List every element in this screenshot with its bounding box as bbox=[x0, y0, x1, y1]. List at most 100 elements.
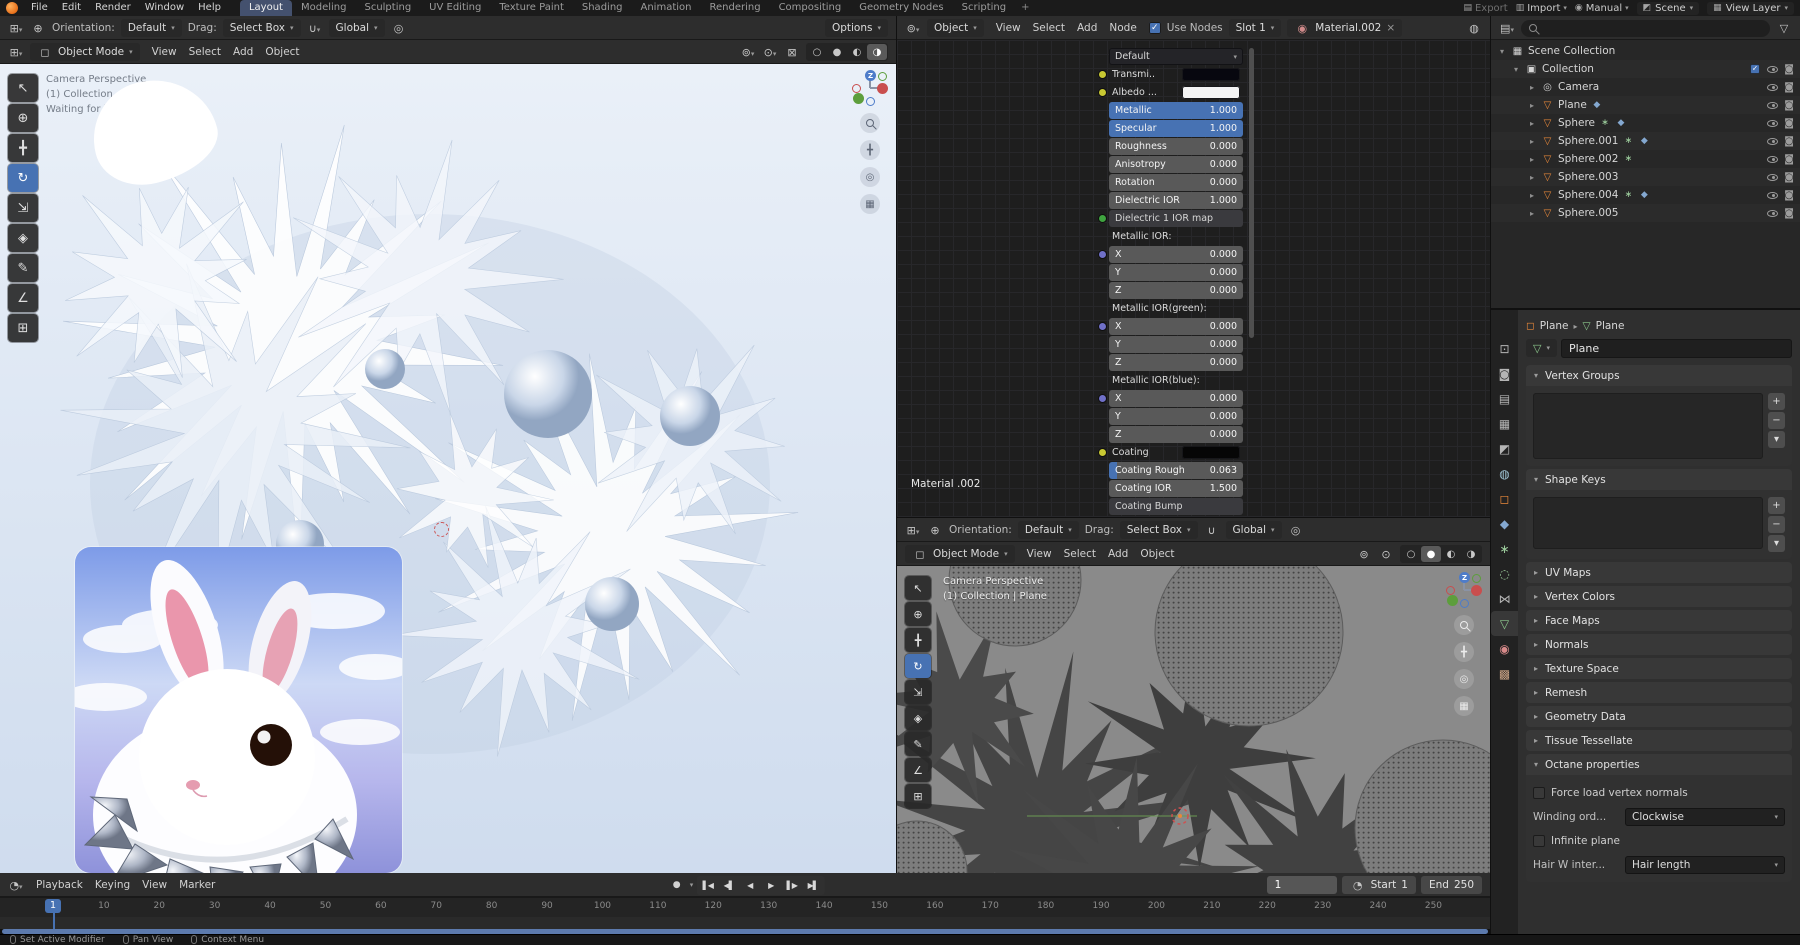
next-keyframe-button[interactable]: ▌▶ bbox=[781, 877, 802, 894]
outliner-search-input[interactable] bbox=[1521, 20, 1770, 37]
editor-type-timeline-icon[interactable]: ◔▾ bbox=[8, 879, 24, 892]
tool-rotate[interactable]: ↻ bbox=[8, 164, 38, 192]
add-shape-keys-button[interactable]: + bbox=[1768, 497, 1785, 514]
editor-type-3d-viewport-icon[interactable]: ⊞▾ bbox=[905, 524, 921, 537]
winding-order-dropdown[interactable]: Clockwise▾ bbox=[1625, 808, 1785, 826]
expand-icon[interactable]: ▸ bbox=[1527, 83, 1537, 92]
panel-header-normals[interactable]: ▸Normals bbox=[1526, 634, 1792, 655]
camera-view-icon[interactable]: ◎ bbox=[1454, 669, 1474, 689]
snap-magnet-icon[interactable]: ∪▾ bbox=[307, 22, 323, 35]
pin-icon[interactable]: ◍ bbox=[1466, 22, 1482, 35]
disable-render-icon[interactable]: ◙ bbox=[1784, 100, 1794, 111]
tool-transform[interactable]: ◈ bbox=[8, 224, 38, 252]
node-row-default[interactable]: Default▾ bbox=[1109, 48, 1243, 65]
shader-editor-canvas[interactable]: Default▾Transmi..Albedo ...Metallic1.000… bbox=[897, 40, 1490, 517]
workspace-tab-layout[interactable]: Layout bbox=[240, 0, 292, 16]
play-reverse-button[interactable]: ◀ bbox=[739, 877, 760, 894]
gizmo-axis-x-neg[interactable] bbox=[852, 84, 861, 93]
orientation-dropdown[interactable]: Default▾ bbox=[1018, 521, 1079, 539]
disable-render-icon[interactable]: ◙ bbox=[1784, 208, 1794, 219]
vp2-menu-select[interactable]: Select bbox=[1058, 548, 1102, 560]
gizmo-axis-y[interactable] bbox=[1447, 595, 1458, 606]
hide-eye-icon[interactable] bbox=[1767, 192, 1778, 199]
tool-move[interactable]: ╋ bbox=[905, 628, 931, 652]
add-workspace-button[interactable]: + bbox=[1015, 0, 1035, 16]
vp1-menu-object[interactable]: Object bbox=[259, 46, 305, 58]
expand-icon[interactable]: ▸ bbox=[1527, 119, 1537, 128]
gizmo-axis-z-neg[interactable] bbox=[1460, 599, 1469, 608]
expand-icon[interactable]: ▸ bbox=[1527, 137, 1537, 146]
gizmo-axis-x[interactable] bbox=[1471, 585, 1482, 596]
import-button[interactable]: ▥Import▾ bbox=[1516, 3, 1567, 14]
vp2-menu-object[interactable]: Object bbox=[1134, 548, 1180, 560]
props-tab-material[interactable]: ◉ bbox=[1491, 636, 1518, 661]
hide-eye-icon[interactable] bbox=[1767, 156, 1778, 163]
gizmo-axis-y[interactable] bbox=[853, 93, 864, 104]
node-row-dielectric-ior[interactable]: Dielectric IOR1.000 bbox=[1109, 192, 1243, 209]
options-dropdown[interactable]: Options▾ bbox=[825, 19, 888, 37]
node-row-dielectric-1-ior-map[interactable]: Dielectric 1 IOR map bbox=[1109, 210, 1243, 227]
editor-type-shader-icon[interactable]: ⊚▾ bbox=[905, 22, 921, 35]
menu-edit[interactable]: Edit bbox=[55, 0, 88, 16]
workspace-tab-compositing[interactable]: Compositing bbox=[770, 0, 851, 16]
gizmos-toggle-icon[interactable]: ⊚▾ bbox=[740, 46, 756, 59]
shading-solid-icon[interactable]: ● bbox=[1421, 546, 1441, 562]
expand-icon[interactable]: ▾ bbox=[1497, 47, 1507, 56]
end-frame-field[interactable]: End250 bbox=[1421, 876, 1482, 894]
node-row-albedo[interactable]: Albedo ... bbox=[1109, 84, 1243, 101]
node-panel-scrollbar[interactable] bbox=[1249, 48, 1254, 338]
vp2-menu-add[interactable]: Add bbox=[1102, 548, 1134, 560]
viewport-3d-main[interactable]: Camera Perspective (1) Collection Waitin… bbox=[0, 64, 896, 873]
node-row-z[interactable]: Z0.000 bbox=[1109, 282, 1243, 299]
node-row-z[interactable]: Z0.000 bbox=[1109, 354, 1243, 371]
expand-icon[interactable]: ▸ bbox=[1527, 101, 1537, 110]
outliner-row-camera[interactable]: ▸◎Camera◙ bbox=[1491, 78, 1800, 96]
play-button[interactable]: ▶ bbox=[760, 877, 781, 894]
gizmo-axis-z-neg[interactable] bbox=[866, 97, 875, 106]
jump-start-button[interactable]: ▌◀ bbox=[697, 877, 718, 894]
node-row-coating-ior[interactable]: Coating IOR1.500 bbox=[1109, 480, 1243, 497]
vp1-menu-add[interactable]: Add bbox=[227, 46, 259, 58]
panel-header-tissue-tessellate[interactable]: ▸Tissue Tessellate bbox=[1526, 730, 1792, 751]
shading-wireframe-icon[interactable]: ○ bbox=[1401, 546, 1421, 562]
panel-header-vertex-groups[interactable]: ▾Vertex Groups bbox=[1526, 365, 1792, 386]
export-button[interactable]: ▤Export bbox=[1463, 3, 1507, 14]
node-row-roughness[interactable]: Roughness0.000 bbox=[1109, 138, 1243, 155]
outliner-row-scene-collection[interactable]: ▾▦Scene Collection bbox=[1491, 42, 1800, 60]
gizmo-axis-z[interactable]: Z bbox=[865, 70, 876, 81]
view-layer-selector[interactable]: ▦View Layer▾ bbox=[1707, 2, 1794, 15]
node-row-x[interactable]: X0.000 bbox=[1109, 318, 1243, 335]
prev-keyframe-button[interactable]: ◀▌ bbox=[718, 877, 739, 894]
workspace-tab-scripting[interactable]: Scripting bbox=[953, 0, 1015, 16]
zoom-icon[interactable] bbox=[1454, 615, 1474, 635]
hair-interpolation-dropdown[interactable]: Hair length▾ bbox=[1625, 856, 1785, 874]
color-swatch[interactable] bbox=[1182, 446, 1240, 459]
outliner-row-collection[interactable]: ▾▣Collection✓◙ bbox=[1491, 60, 1800, 78]
timeline-keyframe-area[interactable] bbox=[0, 917, 1490, 929]
timeline-menu-keying[interactable]: Keying bbox=[89, 879, 136, 891]
disable-render-icon[interactable]: ◙ bbox=[1784, 82, 1794, 93]
outliner-row-plane[interactable]: ▸▽Plane◆◙ bbox=[1491, 96, 1800, 114]
timeline-menu-playback[interactable]: Playback bbox=[30, 879, 89, 891]
node-menu-node[interactable]: Node bbox=[1103, 22, 1142, 34]
props-tab-physics[interactable]: ◌ bbox=[1491, 561, 1518, 586]
navigation-gizmo[interactable]: Z bbox=[1446, 572, 1482, 608]
props-tab-constraints[interactable]: ⋈ bbox=[1491, 586, 1518, 611]
panel-header-uv-maps[interactable]: ▸UV Maps bbox=[1526, 562, 1792, 583]
keying-set-dropdown-icon[interactable]: ▾ bbox=[690, 881, 694, 889]
outliner-row-sphere-003[interactable]: ▸▽Sphere.003◙ bbox=[1491, 168, 1800, 186]
material-name-field[interactable]: ◉ Material.002 × bbox=[1287, 19, 1402, 37]
playhead-frame-badge[interactable]: 1 bbox=[45, 899, 61, 913]
node-row-z[interactable]: Z0.000 bbox=[1109, 426, 1243, 443]
shading-wireframe-icon[interactable]: ○ bbox=[807, 44, 827, 60]
props-tab-texture[interactable]: ▩ bbox=[1491, 661, 1518, 686]
disable-render-icon[interactable]: ◙ bbox=[1784, 190, 1794, 201]
node-row-coating-bump[interactable]: Coating Bump bbox=[1109, 498, 1243, 515]
hide-eye-icon[interactable] bbox=[1767, 174, 1778, 181]
menu-window[interactable]: Window bbox=[138, 0, 191, 16]
mode-dropdown[interactable]: ◻Object Mode▾ bbox=[905, 545, 1015, 563]
panel-header-octane-properties[interactable]: ▾Octane properties bbox=[1526, 754, 1792, 775]
jump-end-button[interactable]: ▶▌ bbox=[802, 877, 823, 894]
filter-funnel-icon[interactable]: ▽ bbox=[1776, 22, 1792, 35]
navigation-gizmo[interactable]: Z bbox=[852, 70, 888, 106]
